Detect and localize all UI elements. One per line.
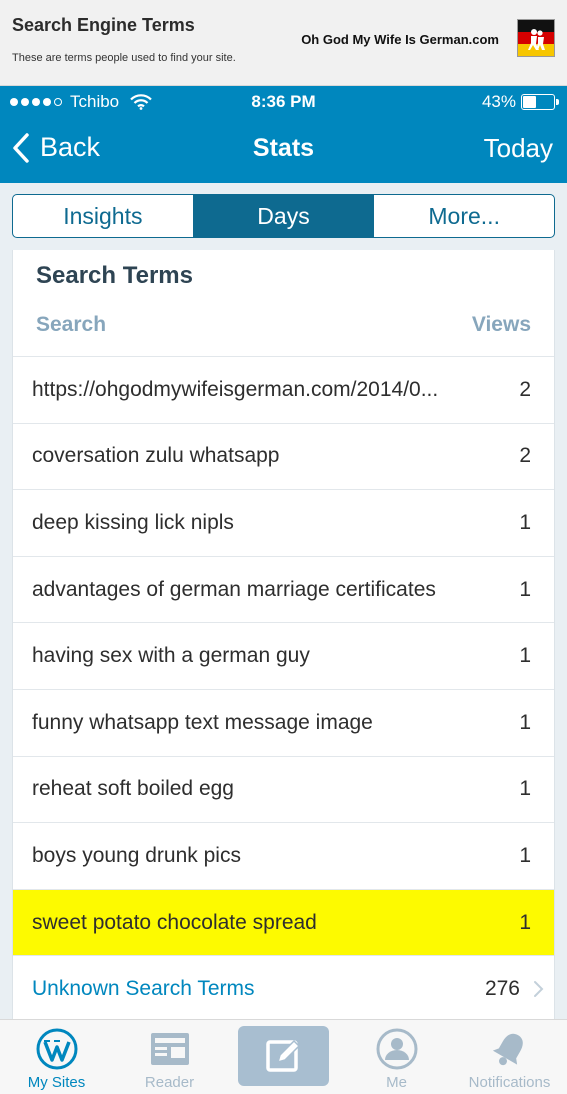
card-title: Search Terms xyxy=(36,262,193,289)
wordpress-icon xyxy=(36,1028,77,1070)
bell-icon xyxy=(492,1033,523,1066)
view-count: 1 xyxy=(519,777,531,801)
chevron-left-icon xyxy=(13,132,29,163)
banner-site-name: Oh God My Wife Is German.com xyxy=(301,32,499,47)
search-term: coversation zulu whatsapp xyxy=(32,444,280,468)
banner-subtitle: These are terms people used to find your… xyxy=(12,52,236,64)
list-item[interactable]: funny whatsapp text message image 1 xyxy=(13,688,554,756)
status-bar: Tchibo 8:36 PM 43% xyxy=(0,86,567,118)
list-item[interactable]: boys young drunk pics 1 xyxy=(13,822,554,889)
search-term: funny whatsapp text message image xyxy=(32,710,373,734)
tab-label: Me xyxy=(386,1074,407,1091)
unknown-terms-link: Unknown Search Terms xyxy=(32,976,255,1000)
search-term: reheat soft boiled egg xyxy=(32,777,234,801)
search-term: deep kissing lick nipls xyxy=(32,510,234,534)
tab-bar: My Sites Reader Me Notifications xyxy=(0,1019,567,1094)
write-post-button[interactable] xyxy=(238,1026,329,1086)
list-item[interactable]: advantages of german marriage certificat… xyxy=(13,555,554,623)
tab-notifications[interactable]: Notifications xyxy=(453,1020,566,1094)
tab-label: Reader xyxy=(144,1074,195,1091)
list-item[interactable]: having sex with a german guy 1 xyxy=(13,622,554,689)
list-item-highlighted[interactable]: sweet potato chocolate spread 1 xyxy=(13,888,554,956)
search-term: sweet potato chocolate spread xyxy=(32,910,317,934)
tab-me[interactable]: Me xyxy=(340,1020,453,1094)
top-banner: Search Engine Terms These are terms peop… xyxy=(0,0,567,86)
tab-label: Notifications xyxy=(468,1074,551,1091)
view-count: 2 xyxy=(519,377,531,401)
german-flag-logo-icon xyxy=(517,19,555,57)
search-term: having sex with a german guy xyxy=(32,644,310,668)
list-item[interactable]: reheat soft boiled egg 1 xyxy=(13,755,554,823)
search-term: boys young drunk pics xyxy=(32,843,241,867)
write-post-icon xyxy=(265,1039,300,1072)
view-count: 2 xyxy=(519,444,531,468)
unknown-terms-count: 276 xyxy=(484,976,520,1000)
period-segmented-control: Insights Days More... xyxy=(12,194,555,238)
search-term: https://ohgodmywifeisgerman.com/2014/0..… xyxy=(32,377,439,401)
column-header-search: Search xyxy=(36,313,107,336)
segment-more[interactable]: More... xyxy=(374,195,554,237)
column-header-views: Views xyxy=(471,313,531,336)
back-label: Back xyxy=(40,132,101,162)
view-count: 1 xyxy=(519,577,531,601)
list-item[interactable]: coversation zulu whatsapp 2 xyxy=(13,422,554,490)
battery-status: 43% xyxy=(481,92,559,112)
view-count: 1 xyxy=(519,843,531,867)
battery-percent: 43% xyxy=(481,92,516,111)
banner-title: Search Engine Terms xyxy=(12,15,195,35)
list-item[interactable]: https://ohgodmywifeisgerman.com/2014/0..… xyxy=(13,356,554,423)
nav-bar: Back Stats Today xyxy=(0,118,567,183)
view-count: 1 xyxy=(519,510,531,534)
reader-icon xyxy=(150,1033,189,1065)
tab-reader[interactable]: Reader xyxy=(113,1020,226,1094)
segment-insights[interactable]: Insights xyxy=(13,195,194,237)
tab-my-sites[interactable]: My Sites xyxy=(0,1020,113,1094)
view-count: 1 xyxy=(519,910,531,934)
me-avatar-icon xyxy=(376,1028,417,1070)
tab-label: My Sites xyxy=(27,1074,86,1091)
back-button[interactable]: Back xyxy=(12,132,100,163)
search-terms-list: https://ohgodmywifeisgerman.com/2014/0..… xyxy=(13,356,554,1021)
search-terms-card: Search Terms Search Views https://ohgodm… xyxy=(12,250,555,1020)
unknown-search-terms-row[interactable]: Unknown Search Terms 276 xyxy=(13,955,554,1021)
chevron-right-icon xyxy=(534,980,544,997)
search-term: advantages of german marriage certificat… xyxy=(32,577,436,601)
today-button[interactable]: Today xyxy=(484,133,553,164)
list-item[interactable]: deep kissing lick nipls 1 xyxy=(13,489,554,556)
segment-days[interactable]: Days xyxy=(193,195,375,237)
view-count: 1 xyxy=(519,644,531,668)
battery-icon xyxy=(521,94,559,110)
battery-fill xyxy=(523,96,536,108)
app-header: Tchibo 8:36 PM 43% Back Stats Today xyxy=(0,86,567,183)
view-count: 1 xyxy=(519,710,531,734)
